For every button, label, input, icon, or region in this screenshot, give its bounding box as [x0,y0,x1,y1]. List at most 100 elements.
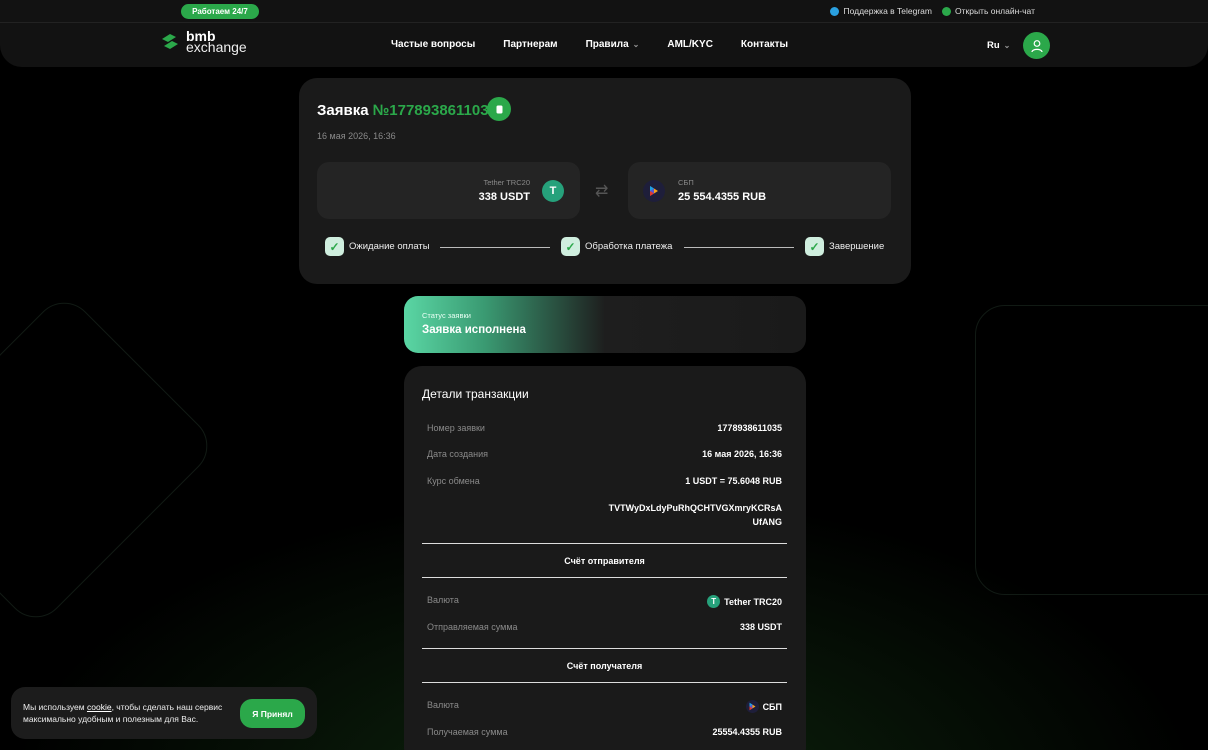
tether-icon: T [542,180,564,202]
check-icon: ✓ [805,237,824,256]
order-title: Заявка №1778938611035 [317,102,497,119]
language-selector[interactable]: Ru ⌄ [987,40,1010,51]
receive-currency-box: СБП 25 554.4355 RUB [628,162,891,219]
nav-item-faq[interactable]: Частые вопросы [391,39,475,50]
sender-currency-row: Валюта T Tether TRC20 [427,595,782,608]
nav-item-label: Частые вопросы [391,39,476,50]
detail-value: 16 мая 2026, 16:36 [702,449,782,459]
cookie-banner: Мы используем cookie, чтобы сделать наш … [11,687,317,739]
nav-item-contacts[interactable]: Контакты [741,39,788,50]
copy-button[interactable] [487,97,511,121]
transaction-details-card: Детали транзакции Номер заявки 177893861… [404,366,806,750]
language-label: Ru [987,40,1000,51]
accept-cookie-button[interactable]: Я Принял [240,699,305,728]
sender-currency-value: Tether TRC20 [724,596,782,607]
send-amount: 338 USDT [478,191,530,203]
user-avatar-button[interactable] [1023,32,1050,59]
copy-icon [496,105,502,113]
step-connector [440,247,550,248]
wallet-address-line1: TVTWyDxLdyPuRhQCHTVGXmryKCRsA [608,503,782,513]
telegram-support-link[interactable]: Поддержка в Telegram [830,6,932,16]
detail-row-order-number: Номер заявки 1778938611035 [427,423,782,433]
main-nav: Частые вопросы Партнерам Правила ⌄ AML/KY… [391,39,788,50]
divider [422,543,787,544]
step-awaiting-payment: ✓ Ожидание оплаты [325,237,430,256]
cookie-link[interactable]: cookie [87,702,112,712]
detail-key: Дата создания [427,449,488,459]
wallet-address: TVTWyDxLdyPuRhQCHTVGXmryKCRsA UfANG [594,501,782,529]
nav-item-label: Правила [585,39,629,50]
chat-icon [942,6,951,16]
step-label: Ожидание оплаты [349,241,430,252]
detail-key: Курс обмена [427,476,480,486]
logo[interactable]: bmb exchange [159,29,247,55]
detail-key: Валюта [427,700,459,710]
details-title: Детали транзакции [422,387,529,401]
nav-item-aml-kyc[interactable]: AML/KYC [667,39,713,50]
chevron-down-icon: ⌄ [632,40,640,49]
header: Работаем 24/7 Поддержка в Telegram Откры… [0,0,1208,67]
user-icon [1030,39,1043,52]
telegram-icon [830,6,840,16]
detail-key: Отправляемая сумма [427,622,518,632]
chevron-down-icon: ⌄ [1003,41,1011,50]
send-currency-name: Tether TRC20 [483,178,530,187]
detail-row-exchange-rate: Курс обмена 1 USDT = 75.6048 RUB [427,476,782,486]
nav-item-partners[interactable]: Партнерам [503,39,557,50]
receiver-currency-value: СБП [762,701,782,712]
background-shape-left [0,290,220,630]
status-text: Заявка исполнена [422,324,526,336]
divider [422,682,787,683]
send-currency-box: Tether TRC20 338 USDT T [317,162,580,219]
detail-value: 1778938611035 [717,423,782,433]
detail-value: T Tether TRC20 [707,595,782,608]
receiver-currency-row: Валюта СБП [427,700,782,713]
step-label: Обработка платежа [585,241,673,252]
order-title-prefix: Заявка [317,102,369,119]
status-label: Статус заявки [422,311,471,320]
receive-currency-name: СБП [678,178,694,187]
check-icon: ✓ [561,237,580,256]
order-date: 16 мая 2026, 16:36 [317,131,396,141]
tether-icon: T [707,595,721,608]
progress-steps: ✓ Ожидание оплаты ✓ Обработка платежа ✓ … [325,237,885,259]
sbp-icon [745,700,759,713]
status-card: Статус заявки Заявка исполнена [404,296,806,353]
detail-value: СБП [745,700,782,713]
detail-key: Номер заявки [427,423,485,433]
sender-account-title: Счёт отправителя [564,556,645,566]
telegram-support-label: Поддержка в Telegram [843,6,932,16]
receiver-amount-row: Получаемая сумма 25554.4355 RUB [427,727,782,737]
sender-amount-row: Отправляемая сумма 338 USDT [427,622,782,632]
step-completion: ✓ Завершение [805,237,884,256]
online-chat-link[interactable]: Открыть онлайн-чат [942,6,1035,16]
online-chat-label: Открыть онлайн-чат [955,6,1035,16]
nav-item-label: Контакты [740,39,789,50]
step-processing: ✓ Обработка платежа [561,237,672,256]
detail-key: Получаемая сумма [427,727,508,737]
swap-icon: ⇄ [595,183,609,200]
wallet-address-line2: UfANG [752,517,783,527]
cookie-text-before: Мы используем [23,702,87,712]
cookie-text: Мы используем cookie, чтобы сделать наш … [23,701,233,725]
order-card: Заявка №1778938611035 16 мая 2026, 16:36… [299,78,911,284]
step-label: Завершение [829,241,885,252]
detail-row-created-date: Дата создания 16 мая 2026, 16:36 [427,449,782,459]
order-number: №1778938611035 [372,102,497,119]
logo-text-bottom: exchange [186,39,247,55]
step-connector [684,247,794,248]
check-icon: ✓ [325,237,344,256]
detail-value: 25554.4355 RUB [712,727,782,737]
working-hours-badge: Работаем 24/7 [181,4,259,19]
logo-text: bmb exchange [186,29,247,55]
detail-key: Валюта [427,595,459,605]
logo-mark-icon [162,34,178,49]
header-top-links: Поддержка в Telegram Открыть онлайн-чат [830,6,1035,16]
nav-item-label: AML/KYC [667,39,713,50]
divider [422,648,787,649]
nav-item-rules[interactable]: Правила ⌄ [586,39,640,50]
detail-value: 338 USDT [739,622,782,632]
detail-value: 1 USDT = 75.6048 RUB [685,476,782,486]
nav-item-label: Партнерам [503,39,558,50]
receiver-account-title: Счёт получателя [566,661,643,671]
